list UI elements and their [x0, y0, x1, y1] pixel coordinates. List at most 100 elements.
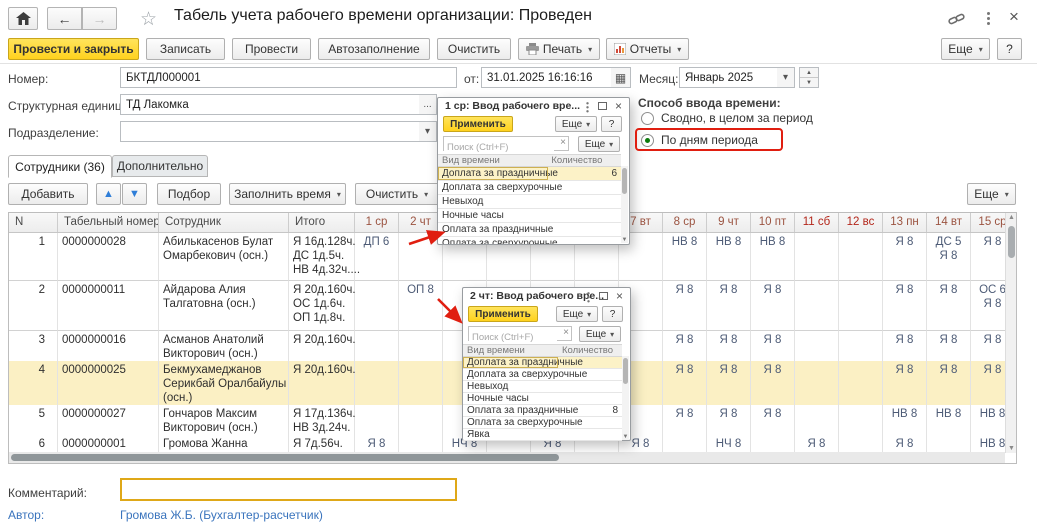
day-cell[interactable] [795, 281, 839, 331]
day-cell[interactable]: Я 8 [751, 361, 795, 405]
time-type-row[interactable]: Невыход [438, 195, 621, 209]
personnel-number-cell[interactable]: 0000000028 [58, 233, 159, 281]
post-and-close-button[interactable]: Провести и закрыть [8, 38, 139, 60]
popup-more-button[interactable]: Еще▾ [555, 116, 597, 132]
step-up-icon[interactable]: ▲ [800, 68, 818, 78]
time-type-row[interactable]: Невыход [463, 381, 622, 393]
day-cell[interactable] [839, 361, 883, 405]
quantity-cell[interactable] [558, 369, 622, 380]
day-cell[interactable]: НВ 8 [663, 233, 707, 281]
time-type-name-cell[interactable]: Оплата за сверхурочные [438, 237, 548, 244]
scroll-thumb[interactable] [622, 168, 627, 194]
tab-employees[interactable]: Сотрудники (36) [8, 155, 112, 178]
time-type-row[interactable]: Явка [463, 429, 622, 441]
date-field[interactable] [481, 67, 612, 88]
scroll-down-icon[interactable]: ▼ [622, 434, 629, 440]
personnel-number-cell[interactable]: 0000000025 [58, 361, 159, 405]
day-cell[interactable]: Я 8 [927, 281, 971, 331]
time-type-row[interactable]: Доплата за праздничные [463, 357, 622, 369]
scroll-thumb[interactable] [1008, 226, 1015, 258]
quantity-cell[interactable] [558, 381, 622, 392]
calendar-icon[interactable]: ▦ [611, 67, 631, 88]
day-cell[interactable]: Я 8 [751, 331, 795, 361]
total-cell[interactable]: Я 7д.56ч.НВ 9д.72ч. [289, 435, 355, 453]
apply-button[interactable]: Применить [468, 306, 538, 322]
radio-summary-period[interactable]: Сводно, в целом за период [641, 111, 813, 125]
day-cell[interactable]: ОП 8 [399, 281, 443, 331]
quantity-cell[interactable] [548, 237, 621, 244]
personnel-number-cell[interactable]: 0000000027 [58, 405, 159, 435]
day-cell[interactable] [355, 281, 399, 331]
unit-field[interactable] [120, 94, 420, 115]
time-type-name-cell[interactable]: Доплата за сверхурочные [463, 369, 558, 380]
day-cell[interactable]: Я 8 [927, 331, 971, 361]
popup-help-button[interactable]: ? [601, 116, 622, 132]
search-input[interactable] [469, 331, 557, 344]
day-cell[interactable] [839, 233, 883, 281]
time-type-row[interactable]: Ночные часы [463, 393, 622, 405]
scroll-thumb[interactable] [11, 454, 559, 461]
clear-menu-button[interactable]: Очистить▾ [355, 183, 439, 205]
employee-cell[interactable]: Гончаров МаксимВикторович (осн.) [159, 405, 289, 435]
search-input[interactable] [444, 141, 554, 154]
day-cell[interactable] [795, 405, 839, 435]
day-cell[interactable] [751, 435, 795, 453]
day-cell[interactable]: Я 8 [663, 361, 707, 405]
comment-field[interactable] [120, 478, 457, 501]
day-cell[interactable]: Я 8 [663, 281, 707, 331]
scroll-down-icon[interactable]: ▼ [1006, 445, 1017, 452]
day-cell[interactable]: НВ 8 [883, 405, 927, 435]
time-type-name-cell[interactable]: Доплата за праздничные [463, 357, 558, 368]
back-button[interactable]: ← [47, 7, 82, 30]
row-number-cell[interactable]: 2 [9, 281, 58, 331]
reports-button[interactable]: Отчеты▾ [606, 38, 689, 60]
day-cell[interactable]: НВ 8 [927, 405, 971, 435]
day-cell[interactable]: НВ 8 [971, 405, 1005, 435]
quantity-cell[interactable] [558, 429, 622, 440]
pick-button[interactable]: Подбор [157, 183, 221, 205]
day-cell[interactable]: Я 8 [971, 361, 1005, 405]
personnel-number-cell[interactable]: 0000000011 [58, 281, 159, 331]
time-type-row[interactable]: Доплата за сверхурочные [438, 181, 621, 195]
time-type-row[interactable]: Оплата за праздничные8 [463, 405, 622, 417]
employee-cell[interactable]: Асманов АнатолийВикторович (осн.) [159, 331, 289, 361]
help-button[interactable]: ? [997, 38, 1022, 60]
day-cell[interactable]: Я 8 [663, 331, 707, 361]
month-dropdown-icon[interactable]: ▾ [777, 67, 795, 88]
time-type-row[interactable]: Доплата за праздничные6 [438, 167, 621, 181]
employee-cell[interactable]: Айдарова АлияТалгатовна (осн.) [159, 281, 289, 331]
day-cell[interactable]: Я 8 [707, 331, 751, 361]
day-cell[interactable]: Я 8 [883, 435, 927, 453]
day-cell[interactable]: ДС 5Я 8 [927, 233, 971, 281]
close-icon[interactable]: × [1009, 9, 1019, 24]
day-cell[interactable] [399, 435, 443, 453]
employee-cell[interactable]: Громова ЖаннаБорисовна (осн.) [159, 435, 289, 453]
time-type-name-cell[interactable]: Явка [463, 429, 558, 440]
horizontal-scrollbar[interactable] [9, 452, 1005, 463]
time-type-row[interactable]: Ночные часы [438, 209, 621, 223]
post-button[interactable]: Провести [232, 38, 311, 60]
day-cell[interactable]: Я 8 [927, 361, 971, 405]
unit-select-button[interactable]: ... [419, 94, 437, 115]
time-type-row[interactable]: Оплата за сверхурочные [438, 237, 621, 244]
day-cell[interactable]: Я 8 [883, 233, 927, 281]
day-cell[interactable]: НВ 8 [971, 435, 1005, 453]
time-type-name-cell[interactable]: Оплата за праздничные [438, 223, 548, 236]
quantity-cell[interactable] [558, 357, 622, 368]
tab-additional[interactable]: Дополнительно [112, 155, 208, 177]
favorite-star-icon[interactable]: ☆ [140, 8, 157, 31]
time-type-name-cell[interactable]: Ночные часы [463, 393, 558, 404]
step-down-icon[interactable]: ▼ [800, 78, 818, 87]
day-cell[interactable]: Я 8 [883, 281, 927, 331]
total-cell[interactable]: Я 17д.136ч.НВ 3д.24ч. [289, 405, 355, 435]
toolbar-more-button[interactable]: Еще▾ [941, 38, 990, 60]
close-icon[interactable]: × [616, 291, 623, 302]
day-cell[interactable] [839, 331, 883, 361]
employee-cell[interactable]: Абилькасенов БулатОмарбекович (осн.) [159, 233, 289, 281]
time-type-row[interactable]: Оплата за праздничные [438, 223, 621, 237]
day-cell[interactable] [355, 331, 399, 361]
quantity-cell[interactable] [548, 181, 621, 194]
time-type-name-cell[interactable]: Оплата за праздничные [463, 405, 558, 416]
department-field[interactable] [120, 121, 420, 142]
time-type-name-cell[interactable]: Доплата за праздничные [438, 167, 548, 180]
